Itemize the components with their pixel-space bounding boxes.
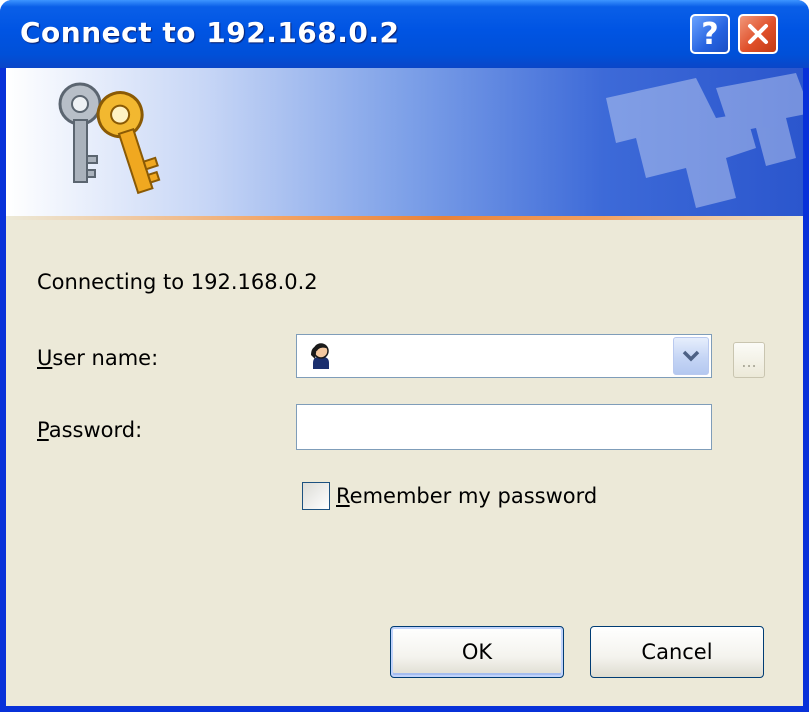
keys-watermark-icon [606,73,803,208]
login-dialog: Connect to 192.168.0.2 ? Connecting to 1… [0,0,809,712]
help-button[interactable]: ? [690,14,730,54]
remember-password-checkbox[interactable] [302,482,330,510]
window-title: Connect to 192.168.0.2 [20,16,400,49]
help-icon: ? [701,16,719,52]
ok-button[interactable]: OK [390,626,564,678]
remember-password-label: Remember my password [336,484,598,508]
remember-password-option[interactable]: Remember my password [302,482,597,510]
dialog-body: Connecting to 192.168.0.2 User name: ...… [6,68,803,706]
close-icon [748,24,768,44]
banner-accent-line [6,216,803,220]
title-bar[interactable]: Connect to 192.168.0.2 ? [0,0,809,68]
username-dropdown-button[interactable] [673,337,709,375]
username-combobox[interactable] [296,334,712,378]
connecting-message: Connecting to 192.168.0.2 [37,270,318,294]
keys-icon [58,82,161,195]
username-label: User name: [37,346,159,370]
close-button[interactable] [738,14,778,54]
user-icon [311,343,329,369]
cancel-button[interactable]: Cancel [590,626,764,678]
ellipsis-icon: ... [741,352,757,371]
browse-credentials-button[interactable]: ... [733,342,765,378]
banner [6,68,803,216]
chevron-down-icon [682,350,700,362]
password-label: Password: [37,418,143,442]
password-input[interactable] [296,404,712,450]
